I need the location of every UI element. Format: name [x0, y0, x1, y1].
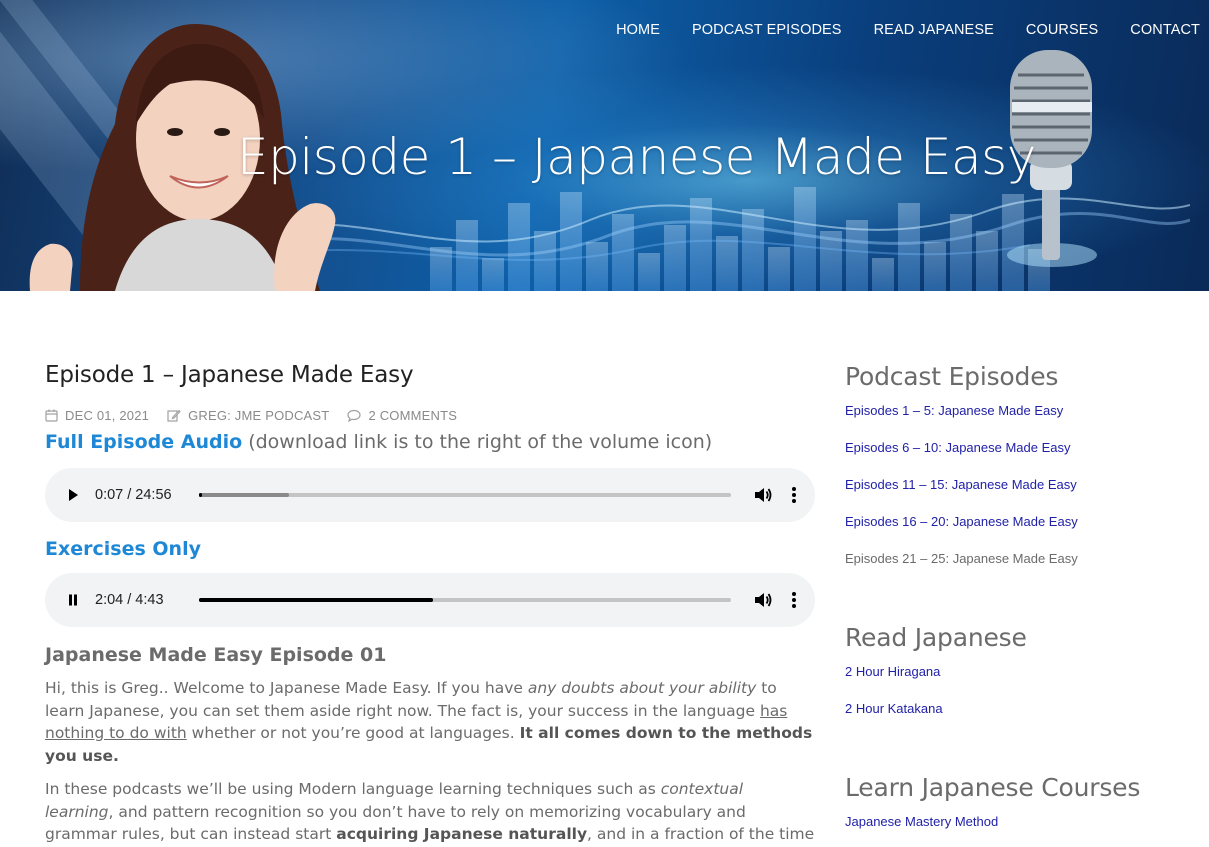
- list-item: 2 Hour Hiragana: [845, 664, 1175, 701]
- courses-list: Japanese Mastery Method: [845, 814, 1175, 847]
- episodes-21-25-link[interactable]: Episodes 21 – 25: Japanese Made Easy: [845, 551, 1078, 566]
- post-date: DEC 01, 2021: [45, 408, 149, 423]
- audio-seek-bar[interactable]: [199, 598, 731, 602]
- list-item: 2 Hour Katakana: [845, 701, 1175, 738]
- methods-paragraph: In these podcasts we’ll be using Modern …: [45, 778, 815, 847]
- volume-icon[interactable]: [753, 485, 773, 505]
- bold-text: acquiring Japanese naturally: [336, 825, 588, 843]
- list-item: Episodes 6 – 10: Japanese Made Easy: [845, 440, 1175, 477]
- post-author-link[interactable]: GREG: JME PODCAST: [188, 408, 329, 423]
- nav-courses[interactable]: COURSES: [1010, 20, 1114, 40]
- podcast-episodes-list: Episodes 1 – 5: Japanese Made Easy Episo…: [845, 403, 1175, 588]
- volume-icon[interactable]: [753, 590, 773, 610]
- post-comments: 2 COMMENTS: [347, 408, 457, 423]
- hero-title: Episode 1 – Japanese Made Easy: [237, 128, 1036, 186]
- full-episode-audio-player: 0:07 / 24:56: [45, 468, 815, 522]
- episodes-1-5-link[interactable]: Episodes 1 – 5: Japanese Made Easy: [845, 403, 1063, 418]
- exercises-heading: Exercises Only: [45, 538, 201, 560]
- audio-buffered: [199, 493, 290, 497]
- read-japanese-widget-title: Read Japanese: [845, 623, 1027, 652]
- list-item: Episodes 21 – 25: Japanese Made Easy: [845, 551, 1175, 588]
- mastery-method-link[interactable]: Japanese Mastery Method: [845, 814, 998, 829]
- read-japanese-list: 2 Hour Hiragana 2 Hour Katakana: [845, 664, 1175, 738]
- full-audio-heading: Full Episode Audio (download link is to …: [45, 429, 815, 455]
- nav-home[interactable]: HOME: [600, 20, 676, 40]
- text-span: In these podcasts we’ll be using Modern …: [45, 780, 661, 798]
- post-comments-link[interactable]: 2 COMMENTS: [368, 408, 457, 423]
- courses-widget-title: Learn Japanese Courses: [845, 773, 1141, 802]
- text-span: whether or not you’re good at languages.: [186, 724, 520, 742]
- hero-banner: HOME PODCAST EPISODES READ JAPANESE COUR…: [0, 0, 1209, 291]
- sidebar: Podcast Episodes Episodes 1 – 5: Japanes…: [845, 362, 1175, 847]
- nav-read-japanese[interactable]: READ JAPANESE: [858, 20, 1010, 40]
- edit-icon: [167, 409, 181, 422]
- main-navigation: HOME PODCAST EPISODES READ JAPANESE COUR…: [600, 20, 1200, 40]
- episodes-11-15-link[interactable]: Episodes 11 – 15: Japanese Made Easy: [845, 477, 1077, 492]
- episodes-16-20-link[interactable]: Episodes 16 – 20: Japanese Made Easy: [845, 514, 1078, 529]
- play-button[interactable]: [65, 487, 81, 503]
- podcast-episodes-widget-title: Podcast Episodes: [845, 362, 1059, 391]
- more-options-icon[interactable]: [791, 591, 797, 609]
- list-item: Episodes 1 – 5: Japanese Made Easy: [845, 403, 1175, 440]
- audio-progress: [199, 598, 434, 602]
- episode-heading: Japanese Made Easy Episode 01: [45, 644, 387, 666]
- intro-paragraph: Hi, this is Greg.. Welcome to Japanese M…: [45, 677, 815, 767]
- pause-icon: [69, 594, 77, 606]
- text-span: Hi, this is Greg.. Welcome to Japanese M…: [45, 679, 528, 697]
- italic-text: any doubts about your ability: [527, 679, 757, 697]
- audio-time: 0:07 / 24:56: [95, 487, 172, 503]
- exercises-audio-player: 2:04 / 4:43: [45, 573, 815, 627]
- episodes-6-10-link[interactable]: Episodes 6 – 10: Japanese Made Easy: [845, 440, 1070, 455]
- audio-seek-bar[interactable]: [199, 493, 731, 497]
- pause-button[interactable]: [65, 592, 81, 608]
- play-icon: [69, 489, 78, 501]
- more-options-icon[interactable]: [791, 486, 797, 504]
- audio-progress: [199, 493, 202, 497]
- nav-podcast-episodes[interactable]: PODCAST EPISODES: [676, 20, 858, 40]
- list-item: Episodes 16 – 20: Japanese Made Easy: [845, 514, 1175, 551]
- full-audio-note: (download link is to the right of the vo…: [248, 431, 713, 453]
- post-author: GREG: JME PODCAST: [167, 408, 329, 423]
- calendar-icon: [45, 409, 58, 422]
- list-item: Japanese Mastery Method: [845, 814, 1175, 847]
- full-audio-title: Full Episode Audio: [45, 431, 243, 453]
- post-content: Episode 1 – Japanese Made Easy DEC 01, 2…: [45, 362, 815, 847]
- katakana-link[interactable]: 2 Hour Katakana: [845, 701, 943, 716]
- nav-contact[interactable]: CONTACT: [1114, 20, 1200, 40]
- comment-icon: [347, 409, 362, 422]
- post-date-text: DEC 01, 2021: [65, 408, 150, 423]
- audio-time: 2:04 / 4:43: [95, 592, 164, 608]
- post-title: Episode 1 – Japanese Made Easy: [45, 362, 414, 388]
- post-meta: DEC 01, 2021 GREG: JME PODCAST 2 COMMENT…: [45, 408, 815, 423]
- list-item: Episodes 11 – 15: Japanese Made Easy: [845, 477, 1175, 514]
- hiragana-link[interactable]: 2 Hour Hiragana: [845, 664, 940, 679]
